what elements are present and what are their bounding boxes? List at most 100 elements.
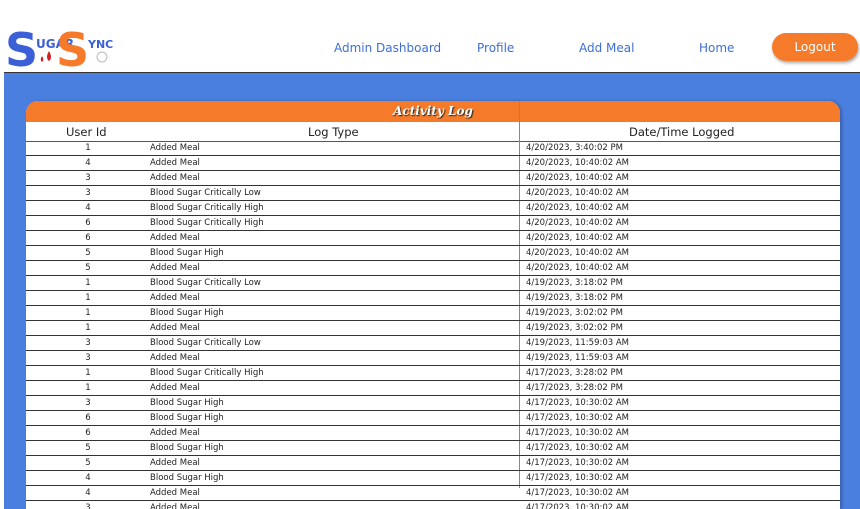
- user-id-cell: 6: [85, 428, 91, 438]
- table-row: 1 Added Meal 4/20/2023, 3:40:02 PM: [26, 141, 840, 156]
- blood-drop-icon: [47, 51, 51, 61]
- table-row: 3 Added Meal 4/17/2023, 10:30:02 AM: [26, 501, 840, 509]
- log-type-cell: Added Meal: [150, 428, 200, 438]
- datetime-cell: 4/20/2023, 10:40:02 AM: [526, 248, 630, 258]
- user-id-cell: 1: [85, 278, 91, 288]
- table-row: 4 Blood Sugar Critically High 4/20/2023, 1…: [26, 201, 840, 216]
- table-row: 6 Added Meal 4/17/2023, 10:30:02 AM: [26, 426, 840, 441]
- user-id-cell: 1: [85, 368, 91, 378]
- table-row: 5 Added Meal 4/20/2023, 10:40:02 AM: [26, 261, 840, 276]
- log-type-cell: Added Meal: [150, 353, 200, 363]
- user-id-cell: 3: [85, 353, 91, 363]
- activity-log-card: Activity Log User Id Log Type Date/Time …: [26, 101, 840, 509]
- datetime-cell: 4/19/2023, 3:02:02 PM: [526, 308, 623, 318]
- table-row: 3 Blood Sugar High 4/17/2023, 10:30:02 AM: [26, 396, 840, 411]
- table-row: 5 Blood Sugar High 4/20/2023, 10:40:02 AM: [26, 246, 840, 261]
- log-type-cell: Added Meal: [150, 173, 200, 183]
- table-row: 1 Blood Sugar High 4/19/2023, 3:02:02 PM: [26, 306, 840, 321]
- sugarsync-logo[interactable]: S UGAR S YNC: [5, 22, 117, 72]
- table-row: 4 Added Meal 4/20/2023, 10:40:02 AM: [26, 156, 840, 171]
- log-type-cell: Added Meal: [150, 233, 200, 243]
- nav-profile[interactable]: Profile: [477, 41, 514, 55]
- datetime-cell: 4/19/2023, 3:18:02 PM: [526, 293, 623, 303]
- log-type-cell: Added Meal: [150, 293, 200, 303]
- log-type-cell: Blood Sugar High: [150, 398, 224, 408]
- table-row: 4 Added Meal 4/17/2023, 10:30:02 AM: [26, 486, 840, 501]
- table-row: 3 Added Meal 4/20/2023, 10:40:02 AM: [26, 171, 840, 186]
- user-id-cell: 5: [85, 248, 91, 258]
- log-type-cell: Blood Sugar Critically Low: [150, 188, 261, 198]
- logout-button[interactable]: Logout: [772, 33, 858, 61]
- user-id-cell: 5: [85, 458, 91, 468]
- user-id-cell: 5: [85, 443, 91, 453]
- log-type-cell: Blood Sugar High: [150, 248, 224, 258]
- table-row: 6 Blood Sugar High 4/17/2023, 10:30:02 AM: [26, 411, 840, 426]
- datetime-cell: 4/20/2023, 10:40:02 AM: [526, 158, 630, 168]
- datetime-cell: 4/17/2023, 3:28:02 PM: [526, 368, 623, 378]
- logo-text-right: YNC: [87, 38, 113, 51]
- user-id-cell: 3: [85, 173, 91, 183]
- log-type-cell: Added Meal: [150, 323, 200, 333]
- user-id-cell: 1: [85, 308, 91, 318]
- datetime-cell: 4/19/2023, 11:59:03 AM: [526, 338, 630, 348]
- activity-log-rows: 1 Added Meal 4/20/2023, 3:40:02 PM 4 Added M…: [26, 141, 840, 509]
- log-type-cell: Added Meal: [150, 458, 200, 468]
- table-row: 5 Blood Sugar High 4/17/2023, 10:30:02 AM: [26, 441, 840, 456]
- user-id-cell: 1: [85, 293, 91, 303]
- user-id-cell: 4: [85, 488, 91, 498]
- user-id-cell: 1: [85, 143, 91, 153]
- datetime-cell: 4/20/2023, 10:40:02 AM: [526, 218, 630, 228]
- log-type-cell: Added Meal: [150, 503, 200, 509]
- log-type-cell: Blood Sugar Critically High: [150, 368, 264, 378]
- log-type-cell: Added Meal: [150, 488, 200, 498]
- log-type-cell: Added Meal: [150, 263, 200, 273]
- datetime-cell: 4/19/2023, 3:18:02 PM: [526, 278, 623, 288]
- table-row: 1 Added Meal 4/17/2023, 3:28:02 PM: [26, 381, 840, 396]
- datetime-cell: 4/20/2023, 10:40:02 AM: [526, 233, 630, 243]
- column-header-log-type: Log Type: [308, 125, 359, 139]
- table-row: 1 Added Meal 4/19/2023, 3:02:02 PM: [26, 321, 840, 336]
- user-id-cell: 3: [85, 338, 91, 348]
- user-id-cell: 3: [85, 503, 91, 509]
- logo-s-right: S: [56, 23, 89, 72]
- user-id-cell: 6: [85, 413, 91, 423]
- user-id-cell: 5: [85, 263, 91, 273]
- datetime-cell: 4/20/2023, 10:40:02 AM: [526, 263, 630, 273]
- log-type-cell: Added Meal: [150, 383, 200, 393]
- nav-add-meal[interactable]: Add Meal: [579, 41, 634, 55]
- log-type-cell: Blood Sugar Critically Low: [150, 278, 261, 288]
- table-row: 1 Added Meal 4/19/2023, 3:18:02 PM: [26, 291, 840, 306]
- datetime-cell: 4/17/2023, 10:30:02 AM: [526, 488, 630, 498]
- column-header-datetime: Date/Time Logged: [629, 125, 735, 139]
- datetime-cell: 4/17/2023, 10:30:02 AM: [526, 458, 630, 468]
- table-row: 1 Blood Sugar Critically Low 4/19/2023, 3:…: [26, 276, 840, 291]
- log-type-cell: Blood Sugar Critically High: [150, 218, 264, 228]
- log-type-cell: Blood Sugar Critically Low: [150, 338, 261, 348]
- datetime-cell: 4/19/2023, 3:02:02 PM: [526, 323, 623, 333]
- table-row: 6 Added Meal 4/20/2023, 10:40:02 AM: [26, 231, 840, 246]
- datetime-cell: 4/20/2023, 3:40:02 PM: [526, 143, 623, 153]
- datetime-cell: 4/17/2023, 3:28:02 PM: [526, 383, 623, 393]
- datetime-cell: 4/17/2023, 10:30:02 AM: [526, 398, 630, 408]
- log-type-cell: Added Meal: [150, 143, 200, 153]
- datetime-cell: 4/20/2023, 10:40:02 AM: [526, 188, 630, 198]
- user-id-cell: 1: [85, 323, 91, 333]
- log-type-cell: Added Meal: [150, 158, 200, 168]
- datetime-cell: 4/17/2023, 10:30:02 AM: [526, 473, 630, 483]
- blood-drop-small-icon: [40, 56, 44, 62]
- user-id-cell: 3: [85, 398, 91, 408]
- datetime-cell: 4/17/2023, 10:30:02 AM: [526, 503, 630, 509]
- user-id-cell: 4: [85, 473, 91, 483]
- sync-icon: [96, 51, 108, 63]
- table-row: 3 Blood Sugar Critically Low 4/20/2023, 10…: [26, 186, 840, 201]
- logo-s-left: S: [5, 23, 38, 72]
- datetime-cell: 4/17/2023, 10:30:02 AM: [526, 413, 630, 423]
- table-header: User Id Log Type Date/Time Logged: [26, 122, 840, 142]
- log-type-cell: Blood Sugar High: [150, 473, 224, 483]
- table-row: 3 Added Meal 4/19/2023, 11:59:03 AM: [26, 351, 840, 366]
- column-header-user-id: User Id: [66, 125, 107, 139]
- log-type-cell: Blood Sugar High: [150, 308, 224, 318]
- user-id-cell: 3: [85, 188, 91, 198]
- nav-admin-dashboard[interactable]: Admin Dashboard: [334, 41, 441, 55]
- nav-home[interactable]: Home: [699, 41, 734, 55]
